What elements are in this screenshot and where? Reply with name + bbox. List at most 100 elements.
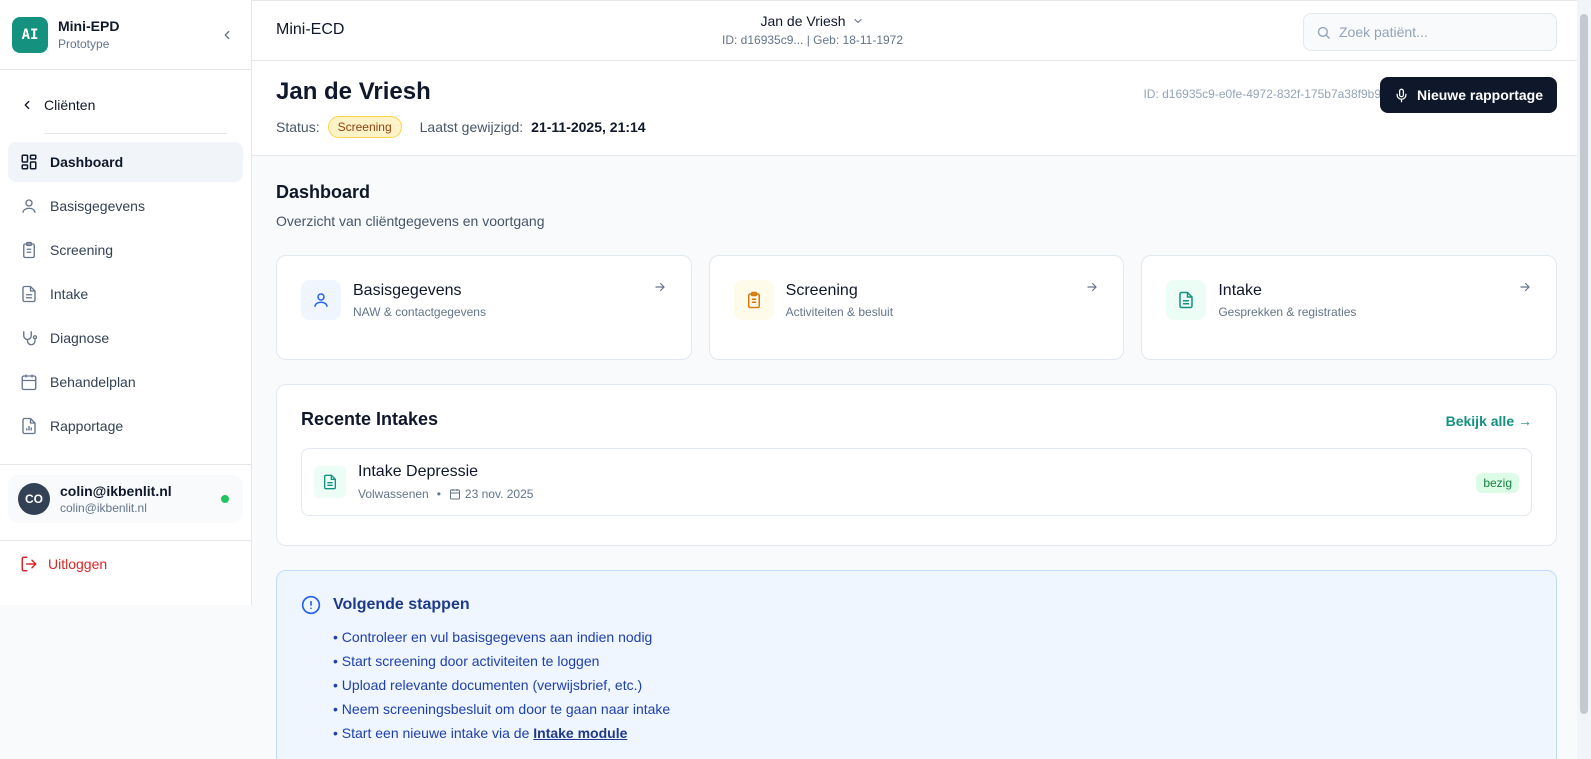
next-steps-list: • Controleer en vul basisgegevens aan in… [333,625,1532,745]
sidebar-nav: Dashboard Basisgegevens Screening Intake… [0,142,251,446]
calendar-icon [20,373,38,391]
intake-module-link[interactable]: Intake module [533,725,627,741]
sidebar-item-label: Diagnose [50,330,110,346]
stethoscope-icon [20,329,38,347]
sidebar-item-label: Screening [50,242,114,258]
user-email: colin@ikbenlit.nl [60,501,147,515]
chevron-left-icon [224,30,230,39]
card-subtitle: NAW & contactgegevens [353,305,486,319]
back-label: Cliënten [44,97,96,113]
card-subtitle: Activiteiten & besluit [785,305,894,319]
sidebar-item-label: Intake [50,286,89,302]
logout-button[interactable]: Uitloggen [0,540,251,587]
status-label: Status: [276,119,320,135]
main-content: Dashboard Overzicht van cliëntgegevens e… [276,156,1558,759]
user-card[interactable]: CO colin@ikbenlit.nl colin@ikbenlit.nl [8,475,243,523]
card-subtitle: Gesprekken & registraties [1218,305,1357,319]
logout-icon [21,556,37,572]
new-report-label: Nieuwe rapportage [1416,87,1543,103]
arrow-right-icon [1520,282,1530,292]
vertical-scrollbar[interactable] [1577,0,1591,759]
file-text-icon [1166,280,1207,320]
search-icon [1317,26,1330,39]
sidebar-item-rapportage[interactable]: Rapportage [8,406,243,446]
arrow-right-icon [1087,282,1098,292]
intake-date: 23 nov. 2025 [464,487,534,501]
user-section: CO colin@ikbenlit.nl colin@ikbenlit.nl [0,464,251,533]
info-icon [301,595,321,615]
card-title: Basisgegevens [353,282,462,299]
dashboard-title: Dashboard [276,182,371,202]
sidebar-item-diagnose[interactable]: Diagnose [8,318,243,358]
clipboard-icon [20,241,38,259]
patient-header: Jan de Vriesh Status: Screening Laatst g… [252,61,1591,156]
sidebar-item-intake[interactable]: Intake [8,274,243,314]
patient-id: ID: d16935c9-e0fe-4972-832f-175b7a38f9b9 [1143,87,1381,101]
sidebar-item-behandelplan[interactable]: Behandelplan [8,362,243,402]
list-item: • Start een nieuwe intake via de Intake … [333,721,1532,745]
brand-subtitle: Prototype [58,37,110,51]
card-intake[interactable]: Intake Gesprekken & registraties [1141,255,1558,360]
sidebar-item-basisgegevens[interactable]: Basisgegevens [8,186,243,226]
recent-intakes-panel: Recente Intakes Bekijk alle → Intake Dep… [276,384,1557,546]
quick-cards: Basisgegevens NAW & contactgegevens Scre… [276,255,1558,360]
microphone-icon [1396,88,1407,102]
user-name: colin@ikbenlit.nl [60,483,172,499]
patient-switcher-name: Jan de Vriesh [760,13,846,29]
patient-switcher[interactable]: Jan de Vriesh ID: d16935c9... | Geb: 18-… [722,13,903,47]
step-text: • Start een nieuwe intake via de [333,725,534,741]
chevron-left-icon [24,100,30,110]
avatar: CO [18,483,50,515]
intake-category: Volwassenen [358,487,429,501]
next-steps-panel: Volgende stappen • Controleer en vul bas… [276,570,1557,759]
separator-dot: • [436,487,441,501]
search-input[interactable] [1339,24,1539,40]
brand-header: AI Mini-EPD Prototype [0,0,251,70]
card-basisgegevens[interactable]: Basisgegevens NAW & contactgegevens [276,255,692,360]
dashboard-icon [20,153,38,171]
view-all-link[interactable]: Bekijk alle → [1446,413,1532,429]
page-title: Jan de Vriesh [276,78,431,105]
new-report-button[interactable]: Nieuwe rapportage [1379,77,1557,113]
back-to-clients-link[interactable]: Cliënten [20,90,251,120]
list-item[interactable]: Intake Depressie Volwassenen • 23 nov. 2… [301,448,1532,516]
sidebar-item-label: Behandelplan [50,374,136,390]
sidebar-item-label: Dashboard [50,154,124,170]
dashboard-subtitle: Overzicht van cliëntgegevens en voortgan… [276,213,545,229]
chevron-down-icon [853,18,862,24]
app-logo: AI [12,16,48,53]
report-icon [20,417,38,435]
logout-label: Uitloggen [48,556,108,572]
next-steps-title: Volgende stappen [333,596,470,613]
divider [44,133,227,134]
list-item: • Start screening door activiteiten te l… [333,653,600,669]
card-screening[interactable]: Screening Activiteiten & besluit [708,255,1125,360]
intake-title: Intake Depressie [358,463,479,480]
sidebar-item-label: Rapportage [50,418,124,434]
clipboard-icon [733,280,774,320]
app-title: Mini-ECD [276,21,345,38]
sidebar: AI Mini-EPD Prototype Cliënten Dashboard… [0,0,252,605]
topbar: Mini-ECD Jan de Vriesh ID: d16935c9... |… [252,0,1591,61]
sidebar-item-screening[interactable]: Screening [8,230,243,270]
patient-search[interactable] [1303,13,1557,51]
sidebar-item-dashboard[interactable]: Dashboard [8,142,243,182]
arrow-right-icon [655,282,665,292]
card-title: Screening [785,282,858,299]
collapse-sidebar-button[interactable] [215,23,239,47]
user-icon [20,197,38,215]
patient-status-row: Status: Screening Laatst gewijzigd: 21-1… [276,116,646,138]
status-badge: Screening [327,116,402,138]
modified-label: Laatst gewijzigd: [419,119,524,135]
sidebar-item-label: Basisgegevens [50,198,145,214]
recent-intakes-title: Recente Intakes [301,409,439,429]
calendar-icon [449,489,460,500]
list-item: • Controleer en vul basisgegevens aan in… [333,629,653,645]
file-text-icon [20,285,38,303]
online-status-dot [221,495,229,503]
card-title: Intake [1218,282,1262,299]
modified-value: 21-11-2025, 21:14 [531,119,646,135]
list-item: • Upload relevante documenten (verwijsbr… [333,677,643,693]
scrollbar-thumb[interactable] [1580,14,1588,714]
list-item: • Neem screeningsbesluit om door te gaan… [333,701,671,717]
